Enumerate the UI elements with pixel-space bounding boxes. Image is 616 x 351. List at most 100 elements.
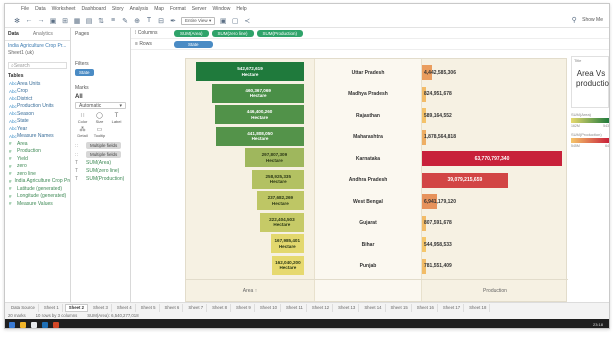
mark-type-select[interactable]: Automatic ▾ (75, 102, 126, 109)
explorer-icon[interactable] (20, 321, 26, 328)
sheet-tab[interactable]: Sheet 11 (283, 303, 307, 312)
clear-sheet-icon[interactable]: ▤ (85, 17, 93, 25)
sheet-tab[interactable]: Sheet 14 (361, 303, 386, 312)
menu-item-analysis[interactable]: Analysis (130, 6, 149, 12)
pages-shelf[interactable] (71, 38, 130, 58)
area-bar[interactable]: 446,400,260 Hectare (215, 105, 304, 124)
marks-all-tab[interactable]: All (71, 92, 130, 102)
column-pill[interactable]: SUM(Area) (174, 29, 209, 37)
title-card[interactable]: Title Area Vs production (571, 56, 609, 108)
mark-field-row[interactable]: ∷ Multiple fields (71, 141, 130, 150)
measure-field[interactable]: # zero (5, 163, 70, 171)
area-axis-label[interactable]: Area ↑ (186, 279, 314, 301)
tab-data[interactable]: Data (8, 31, 19, 37)
mark-field-pill[interactable]: Multiple fields (86, 151, 122, 158)
group-icon[interactable]: ⊕ (133, 17, 141, 25)
area-bar[interactable]: 297,807,309 Hectare (244, 148, 304, 167)
save-icon[interactable]: ▣ (49, 17, 57, 25)
sheet-tab[interactable]: Sheet 2 (64, 303, 89, 312)
sheet-tab[interactable]: Sheet 10 (257, 303, 282, 312)
menu-item-worksheet[interactable]: Worksheet (52, 6, 76, 12)
mark-tooltip-button[interactable]: ▭ Tooltip (92, 126, 107, 138)
dimension-field[interactable]: Abc Production Units (5, 103, 70, 111)
mark-field-row[interactable]: T SUM(Production) (71, 175, 130, 183)
measure-field[interactable]: # Area (5, 140, 70, 148)
dimension-field[interactable]: Abc Year (5, 125, 70, 133)
dimension-field[interactable]: Abc Measure Names (5, 133, 70, 141)
state-label[interactable]: Madhya Pradesh (315, 84, 421, 105)
menu-item-dashboard[interactable]: Dashboard (81, 6, 105, 12)
area-bar[interactable]: 460,367,069 Hectare (212, 83, 304, 103)
data-source-item[interactable]: India Agriculture Crop Pr... (8, 43, 67, 50)
dimension-field[interactable]: Abc Crop (5, 88, 70, 96)
measure-field[interactable]: # Measure Values (5, 200, 70, 208)
tab-analytics[interactable]: Analytics (33, 31, 53, 37)
forward-icon[interactable]: → (37, 17, 45, 25)
mark-field-pill[interactable]: SUM(Area) (86, 160, 111, 166)
sheet-tab[interactable]: Sheet 13 (335, 303, 360, 312)
rows-shelf[interactable]: ≡ Rows State (131, 39, 609, 50)
mark-field-pill[interactable]: SUM(zero line) (86, 168, 119, 174)
sheet-tab[interactable]: Sheet 18 (466, 303, 491, 312)
state-label[interactable]: Punjab (315, 256, 421, 277)
production-color-legend[interactable]: SUM(Production) 545M 64 (571, 132, 609, 148)
row-pill-state[interactable]: State (174, 40, 213, 48)
fix-axes-icon[interactable]: ⊟ (157, 17, 165, 25)
sheet-tab[interactable]: Sheet 12 (309, 303, 334, 312)
sheet-tab[interactable]: Sheet 4 (114, 303, 136, 312)
show-me[interactable]: ⚲ Show Me (570, 16, 603, 24)
mark-field-row[interactable]: T SUM(zero line) (71, 167, 130, 175)
measure-field[interactable]: # India Agriculture Crop Pro... (5, 178, 70, 186)
menu-item-file[interactable]: File (21, 6, 29, 12)
swap-icon[interactable]: ⇅ (97, 17, 105, 25)
column-pill[interactable]: SUM(zero line) (211, 29, 254, 37)
state-label[interactable]: Karnataka (315, 148, 421, 169)
menu-item-map[interactable]: Map (154, 6, 164, 12)
area-bar[interactable]: 441,808,050 Hectare (216, 126, 304, 146)
state-label[interactable]: Gujarat (315, 213, 421, 234)
state-label[interactable]: Bihar (315, 234, 421, 255)
sort-icon[interactable]: ≡ (109, 17, 117, 25)
pin-icon[interactable]: ✒ (169, 17, 177, 25)
data-source-item[interactable]: Sheet1 (uk) (8, 50, 67, 57)
mark-size-button[interactable]: ◯ Size (92, 112, 107, 124)
state-label[interactable]: Uttar Pradesh (315, 62, 421, 83)
sheet-tab[interactable]: Sheet 17 (440, 303, 465, 312)
filter-pill-state[interactable]: State (75, 69, 94, 76)
menu-item-server[interactable]: Server (192, 6, 207, 12)
measure-field[interactable]: # zero line (5, 170, 70, 178)
measure-field[interactable]: # Production (5, 148, 70, 156)
browser-icon[interactable] (31, 321, 37, 328)
new-sheet-icon[interactable]: ▦ (73, 17, 81, 25)
dimension-field[interactable]: Abc State (5, 118, 70, 126)
column-pill[interactable]: SUM(Production) (256, 29, 304, 37)
columns-shelf[interactable]: ⁞ Columns SUM(Area) SUM(zero line) SUM(P… (131, 28, 609, 39)
field-search-input[interactable]: ⌕ Search (8, 62, 67, 69)
area-bar[interactable]: 258,925,335 Hectare (252, 169, 304, 189)
measure-field[interactable]: # Latitude (generated) (5, 185, 70, 193)
sheet-tab[interactable]: Sheet 6 (162, 303, 184, 312)
menu-item-data[interactable]: Data (35, 6, 46, 12)
area-bar[interactable]: 167,985,401 Hectare (270, 234, 304, 253)
sheet-tab[interactable]: Sheet 3 (90, 303, 112, 312)
sheet-tab[interactable]: Sheet 16 (414, 303, 438, 312)
state-label[interactable]: West Bengal (315, 191, 421, 212)
tableau-taskbar-icon[interactable] (42, 321, 48, 328)
sheet-tab[interactable]: Sheet 9 (233, 303, 255, 312)
mark-label-button[interactable]: T Label (109, 112, 124, 124)
sheet-tab[interactable]: Sheet 5 (138, 303, 160, 312)
mark-field-pill[interactable]: Multiple fields (86, 142, 122, 149)
view-size-select[interactable]: Entire View ▾ (181, 16, 216, 25)
menu-item-help[interactable]: Help (236, 6, 246, 12)
mark-field-pill[interactable]: SUM(Production) (86, 176, 124, 182)
area-bar[interactable]: 222,404,503 Hectare (259, 212, 304, 232)
area-color-legend[interactable]: SUM(Area) 162M 543 (571, 112, 609, 128)
mark-field-row[interactable]: T SUM(Area) (71, 159, 130, 167)
state-label[interactable]: Rajasthan (315, 105, 421, 126)
area-bar[interactable]: 162,040,200 Hectare (271, 255, 304, 275)
sheet-tab[interactable]: Sheet 1 (41, 303, 63, 312)
view-canvas[interactable]: 542,672,619 Hectare 460,367,069 Hectare 446,… (185, 58, 568, 302)
app-icon[interactable] (53, 321, 59, 328)
label-icon[interactable]: T (145, 17, 153, 25)
back-icon[interactable]: ← (25, 17, 33, 25)
